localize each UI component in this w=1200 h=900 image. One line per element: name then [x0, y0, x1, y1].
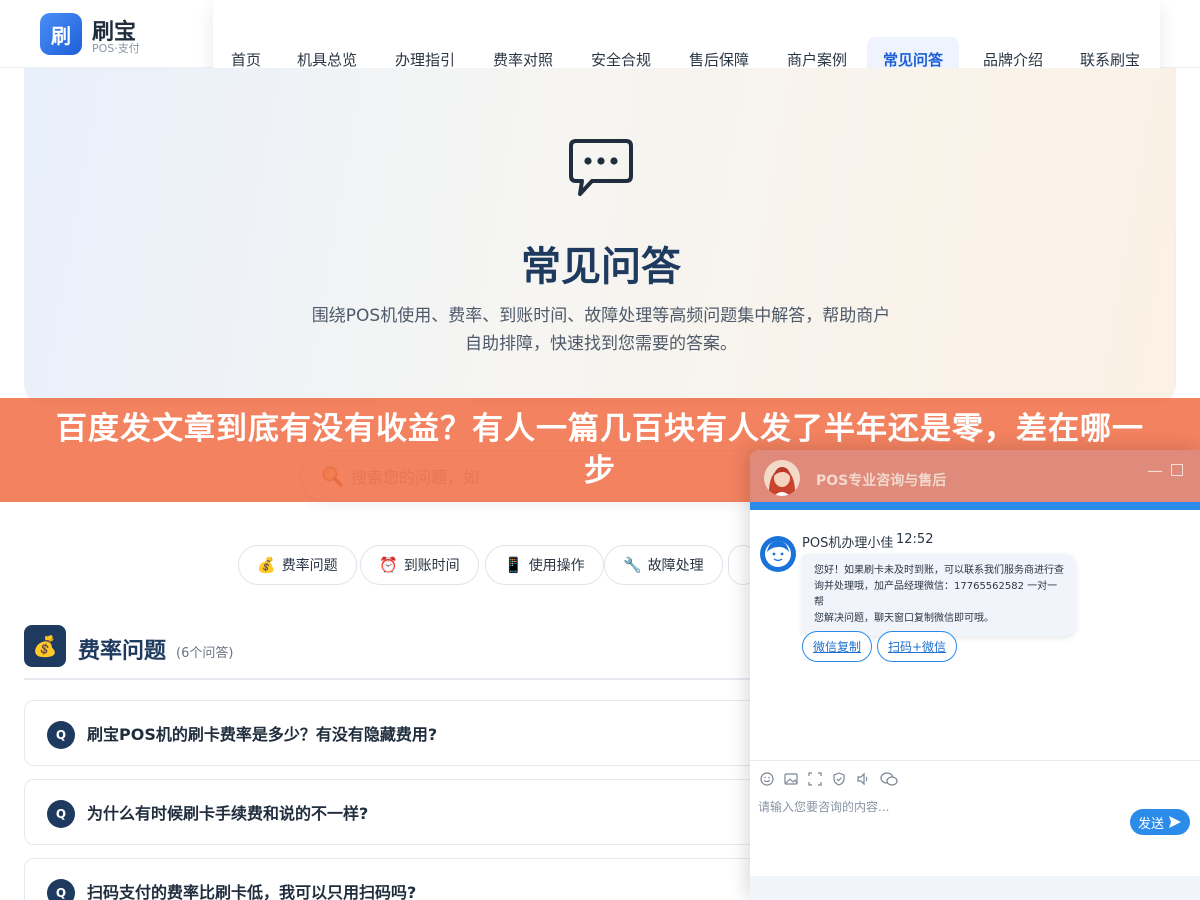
- sound-icon[interactable]: [856, 772, 870, 786]
- chat-header[interactable]: POS专业咨询与售后 —: [750, 450, 1200, 502]
- screenshot-icon[interactable]: [808, 772, 822, 786]
- page-description: 围绕POS机使用、费率、到账时间、故障处理等高频问题集中解答，帮助商户 自助排障…: [311, 306, 891, 354]
- money-bag-icon: 💰: [24, 625, 66, 667]
- category-chip-troubleshoot[interactable]: 🔧 故障处理: [604, 545, 723, 585]
- agent-name: POS机办理小佳: [802, 536, 894, 551]
- rating-icon[interactable]: [832, 772, 846, 786]
- category-chip-settlement[interactable]: ⏰ 到账时间: [360, 545, 479, 585]
- chat-bubble-icon: [569, 139, 633, 196]
- faq-question: 扫码支付的费率比刷卡低，我可以只用扫码吗?: [87, 883, 417, 900]
- chat-title: POS专业咨询与售后: [816, 473, 947, 489]
- chat-toolbar: [750, 760, 1200, 796]
- page-title: 常见问答: [521, 244, 681, 290]
- brand-logo-char: 刷: [51, 23, 71, 48]
- section-title: 费率问题: [78, 639, 167, 664]
- section-divider: [24, 678, 784, 680]
- message-time: 12:52: [896, 532, 934, 547]
- brand-subtitle: POS·支付: [92, 42, 140, 55]
- chat-input[interactable]: [758, 798, 1122, 838]
- alarm-clock-icon: ⏰: [379, 556, 398, 574]
- woman-avatar-icon: [768, 467, 796, 496]
- chat-message: 您好！如果刷卡未及时到账，可以联系我们服务商进行查 询并处理哦，加产品经理微信：…: [802, 554, 1076, 636]
- agent-avatar: [760, 536, 796, 572]
- send-arrow-icon: [1169, 816, 1181, 828]
- category-chip-usage[interactable]: 📱 使用操作: [485, 545, 604, 585]
- faq-question: 刷宝POS机的刷卡费率是多少？有没有隐藏费用?: [87, 725, 438, 744]
- maximize-icon[interactable]: [1171, 464, 1183, 476]
- category-chip-fees[interactable]: 💰 费率问题: [238, 545, 357, 585]
- question-badge: Q: [47, 721, 75, 749]
- agent-avatar-icon: [765, 541, 791, 567]
- copy-wechat-button[interactable]: 微信复制: [802, 631, 873, 662]
- image-icon[interactable]: [784, 772, 798, 786]
- faq-item[interactable]: Q 刷宝POS机的刷卡费率是多少？有没有隐藏费用?: [24, 700, 784, 766]
- chat-widget: POS专业咨询与售后 — POS机办理小佳 12:52 您好！如果刷卡未及时到账…: [750, 450, 1200, 900]
- faq-item[interactable]: Q 扫码支付的费率比刷卡低，我可以只用扫码吗?: [24, 858, 784, 900]
- section-count: (6个问答): [176, 646, 234, 661]
- money-bag-icon: 💰: [257, 556, 276, 574]
- wechat-icon[interactable]: [880, 772, 898, 786]
- scan-wechat-button[interactable]: 扫码+微信: [877, 631, 958, 662]
- phone-icon: 📱: [504, 556, 523, 574]
- question-badge: Q: [47, 800, 75, 828]
- support-avatar: [764, 460, 800, 496]
- chat-header-accent: [750, 502, 1200, 510]
- question-badge: Q: [47, 879, 75, 900]
- faq-item[interactable]: Q 为什么有时候刷卡手续费和说的不一样?: [24, 779, 784, 845]
- minimize-icon[interactable]: —: [1146, 462, 1164, 480]
- brand-logo[interactable]: 刷: [40, 13, 82, 55]
- faq-question: 为什么有时候刷卡手续费和说的不一样?: [87, 804, 369, 823]
- send-button[interactable]: 发送: [1130, 809, 1190, 835]
- wrench-icon: 🔧: [623, 556, 642, 574]
- emoji-icon[interactable]: [760, 772, 774, 786]
- chat-footer: [750, 876, 1200, 900]
- faq-hero: 常见问答 围绕POS机使用、费率、到账时间、故障处理等高频问题集中解答，帮助商户…: [24, 68, 1176, 406]
